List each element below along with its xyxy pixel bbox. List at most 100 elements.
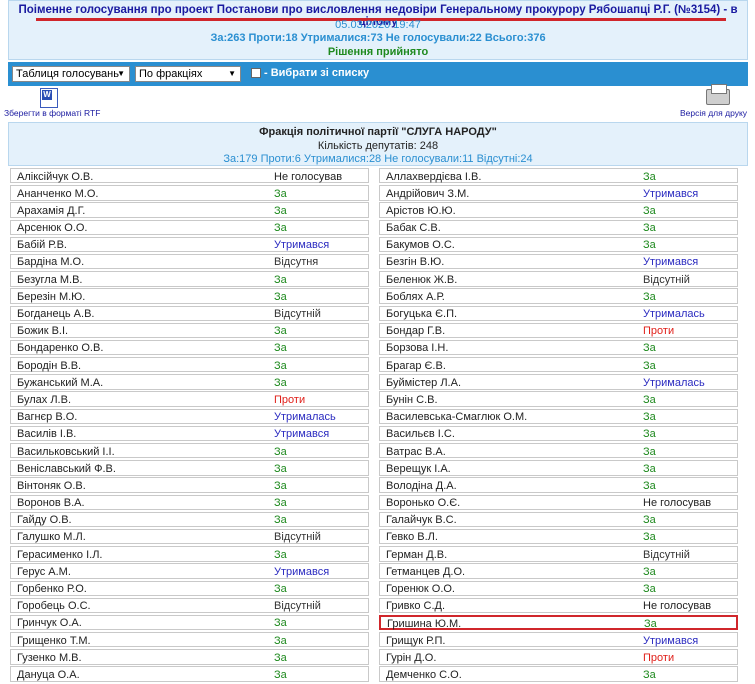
deputy-vote: Утримався <box>274 239 330 252</box>
table-row: Гайду О.В. За Галайчук В.С. За <box>10 511 748 529</box>
table-row: Горобець О.С. Відсутній Гривко С.Д. Не голо… <box>10 597 748 615</box>
print-version-button[interactable]: Версія для друку <box>680 84 752 118</box>
deputy-vote: Утрималась <box>643 308 705 320</box>
deputy-vote: За <box>643 170 656 183</box>
deputy-cell: Бардіна М.О. Відсутня <box>10 253 369 270</box>
deputy-cell: Галайчук В.С. За <box>379 511 738 528</box>
deputy-cell: Верещук І.А. За <box>379 460 738 476</box>
deputy-cell: Горобець О.С. Відсутній <box>10 597 369 614</box>
deputy-cell-highlighted: Гришина Ю.М. За <box>379 614 738 630</box>
deputy-name: Вагнєр В.О. <box>17 411 78 424</box>
deputy-vote: За <box>274 222 287 235</box>
deputy-cell: Гузенко М.В. За <box>10 649 369 665</box>
deputy-cell: Володіна Д.А. За <box>379 477 738 493</box>
deputy-vote: Утрималась <box>274 411 336 424</box>
deputy-name: Бужанський М.А. <box>17 376 104 389</box>
deputy-name: Галайчук В.С. <box>386 514 457 527</box>
deputy-name: Дануца О.А. <box>17 668 80 681</box>
vote-result: Рішення прийнято <box>327 46 429 58</box>
deputy-cell: Бужанський М.А. За <box>10 374 369 390</box>
table-row: Гринчук О.А. За Гришина Ю.М. За <box>10 614 748 632</box>
deputy-name: Вінтоняк О.В. <box>17 479 86 492</box>
deputy-cell: Гайду О.В. За <box>10 511 369 528</box>
faction-deputy-count: Кількість депутатів: 248 <box>317 140 439 152</box>
save-rtf-button[interactable]: W Зберегти в форматі RTF <box>4 88 114 118</box>
deputy-vote: За <box>643 393 656 406</box>
deputy-cell: Березін М.Ю. За <box>10 288 369 304</box>
deputy-vote: За <box>643 359 656 372</box>
table-row: Горбенко Р.О. За Горенюк О.О. За <box>10 580 748 598</box>
faction-name: Фракція політичної партії "СЛУГА НАРОДУ" <box>259 126 497 138</box>
deputy-vote: За <box>643 531 656 544</box>
deputy-vote: Не голосував <box>643 600 712 613</box>
deputy-cell: Арістов Ю.Ю. За <box>379 202 738 218</box>
deputy-name: Ватрас В.А. <box>386 445 446 458</box>
deputy-cell: Брагар Є.В. За <box>379 357 738 373</box>
save-rtf-label: Зберегти в форматі RTF <box>4 108 101 118</box>
deputy-cell: Буймістер Л.А. Утрималась <box>379 374 738 390</box>
deputy-name: Бакумов О.С. <box>386 239 455 252</box>
deputy-name: Бабак С.В. <box>386 222 441 235</box>
deputy-vote: Утримався <box>643 634 699 647</box>
deputies-vote-table: Аліксійчук О.В. Не голосував Аллахвердієва… <box>10 168 748 684</box>
deputy-vote: За <box>274 583 287 595</box>
deputy-name: Василів І.В. <box>17 428 77 441</box>
deputy-name: Бардіна М.О. <box>17 256 85 269</box>
deputy-vote: За <box>274 479 287 492</box>
select-from-list-label: - Вибрати зі списку <box>264 67 370 79</box>
deputy-vote: За <box>643 239 656 252</box>
deputy-name: Галушко М.Л. <box>17 531 86 544</box>
deputy-vote: За <box>643 342 656 355</box>
deputy-name: Васильєв І.С. <box>386 428 455 441</box>
deputy-vote: Проти <box>643 651 675 664</box>
deputy-cell: Гурін Д.О. Проти <box>379 649 738 665</box>
deputy-cell: Грищенко Т.М. За <box>10 632 369 648</box>
deputy-vote: За <box>274 187 287 200</box>
deputy-name: Гайду О.В. <box>17 514 72 527</box>
deputy-vote: За <box>274 359 287 372</box>
deputy-name: Аллахвердієва І.В. <box>386 170 482 183</box>
deputy-cell: Бондаренко О.В. За <box>10 339 369 356</box>
deputy-name: Верещук І.А. <box>386 462 451 475</box>
deputy-name: Бородін В.В. <box>17 359 82 372</box>
deputy-cell: Веніславський Ф.В. За <box>10 460 369 476</box>
deputy-name: Гурін Д.О. <box>386 651 437 664</box>
deputy-vote: За <box>274 497 287 510</box>
table-row: Аліксійчук О.В. Не голосував Аллахвердієва… <box>10 168 748 185</box>
deputy-vote: Відсутній <box>274 531 321 544</box>
deputy-name: Грищенко Т.М. <box>17 634 91 647</box>
deputy-name: Арсенюк О.О. <box>17 222 88 235</box>
deputy-name: Воронько О.Є. <box>386 497 461 510</box>
select-from-list-checkbox[interactable] <box>251 68 261 78</box>
deputy-name: Ананченко М.О. <box>17 187 99 200</box>
table-row: Безугла М.В. За Беленюк Ж.В. Відсутній <box>10 271 748 288</box>
table-row: Вінтоняк О.В. За Володіна Д.А. За <box>10 477 748 494</box>
deputy-cell: Бородін В.В. За <box>10 357 369 373</box>
faction-vote-stats: За:179 Проти:6 Утрималися:28 Не голосува… <box>223 153 533 165</box>
deputy-vote: Утримався <box>643 256 699 269</box>
table-row: Бондаренко О.В. За Борзова І.Н. За <box>10 339 748 357</box>
chevron-down-icon: ▼ <box>228 69 236 78</box>
deputy-cell: Герман Д.В. Відсутній <box>379 546 738 562</box>
deputy-cell: Арсенюк О.О. За <box>10 219 369 235</box>
deputy-cell: Боблях А.Р. За <box>379 288 738 304</box>
group-select[interactable]: По фракціях ▼ <box>135 66 241 82</box>
table-row: Арсенюк О.О. За Бабак С.В. За <box>10 219 748 237</box>
deputy-vote: За <box>643 583 656 595</box>
deputy-cell: Бабій Р.В. Утримався <box>10 236 369 253</box>
deputy-vote: За <box>643 479 656 492</box>
deputy-vote: Утрималась <box>643 376 705 389</box>
table-row: Василів І.В. Утримався Васильєв І.С. За <box>10 425 748 443</box>
deputy-cell: Вінтоняк О.В. За <box>10 477 369 493</box>
view-select[interactable]: Таблиця голосувань ▼ <box>12 66 130 82</box>
deputy-cell: Бунін С.В. За <box>379 391 738 407</box>
table-row: Бородін В.В. За Брагар Є.В. За <box>10 357 748 374</box>
deputy-vote: За <box>274 462 287 475</box>
deputy-cell: Борзова І.Н. За <box>379 339 738 356</box>
deputy-vote: За <box>274 668 287 681</box>
deputy-vote: Відсутній <box>274 600 321 613</box>
deputy-vote: За <box>643 290 656 303</box>
deputy-vote: За <box>643 668 656 681</box>
view-select-value: Таблиця голосувань <box>16 68 119 80</box>
deputy-name: Бунін С.В. <box>386 393 438 406</box>
